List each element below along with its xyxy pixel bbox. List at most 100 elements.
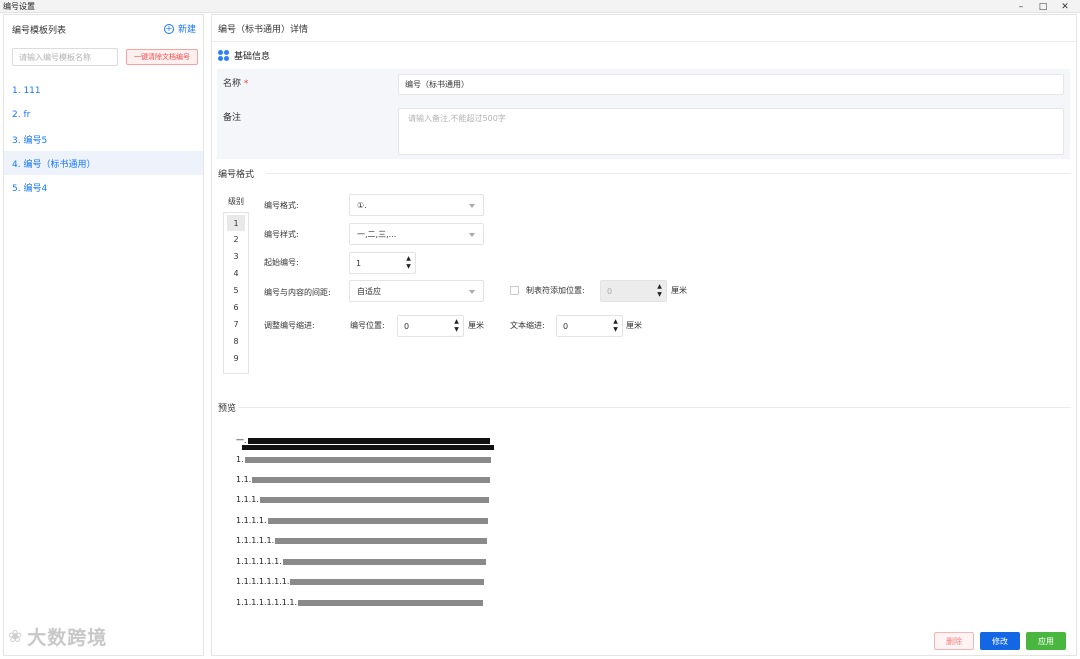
divider — [212, 41, 1076, 42]
spacing-label: 编号与内容的间距: — [264, 288, 331, 297]
watermark-text: 大数跨境 — [27, 627, 108, 649]
tab-position-label: 制表符添加位置: — [526, 286, 585, 295]
arrow-down-icon: ▼ — [657, 291, 662, 298]
template-list-heading: 编号模板列表 — [12, 26, 67, 36]
level-item-active[interactable]: 1 — [227, 215, 245, 231]
remark-label: 备注 — [223, 113, 242, 123]
number-format-select[interactable]: ①. — [349, 194, 484, 216]
text-indent-unit: 厘米 — [626, 321, 642, 330]
stepper-arrows[interactable]: ▲ ▼ — [611, 318, 620, 335]
template-item[interactable]: 3. 编号5 — [4, 127, 203, 151]
template-list-panel: 编号模板列表 + 新建 一键清除文档编号 1. 111 2. fr 3. 编号5… — [3, 14, 204, 656]
chevron-down-icon — [469, 290, 475, 294]
required-mark: * — [243, 79, 249, 89]
level-label: 级别 — [228, 197, 244, 206]
preview-line: 1.1.1. — [236, 495, 489, 504]
text-indent-stepper[interactable]: 0 ▲ ▼ — [556, 315, 623, 337]
number-position-label: 编号位置: — [350, 321, 385, 330]
clear-doc-numbering-button[interactable]: 一键清除文档编号 — [126, 49, 198, 65]
preview-line: 1.1.1.1.1.1.1.1. — [236, 598, 484, 607]
tab-position-unit: 厘米 — [671, 286, 687, 295]
number-style-value: 一,二,三,... — [357, 229, 397, 239]
watermark: ❀ 大数跨境 — [8, 623, 107, 650]
divider — [266, 173, 1071, 174]
four-dots-icon — [218, 49, 230, 62]
new-template-button[interactable]: + 新建 — [164, 22, 196, 35]
start-number-value: 1 — [356, 258, 362, 268]
level-item[interactable]: 2 — [224, 231, 248, 248]
level-item[interactable]: 8 — [224, 333, 248, 350]
basic-info-label: 基础信息 — [234, 52, 271, 62]
text-indent-label: 文本缩进: — [510, 321, 545, 330]
watermark-logo-icon: ❀ — [8, 626, 24, 647]
number-format-label: 编号格式: — [264, 201, 299, 210]
minimize-icon[interactable]: – — [1010, 0, 1032, 13]
level-item[interactable]: 5 — [224, 282, 248, 299]
tab-position-value: 0 — [607, 286, 613, 296]
stepper-arrows[interactable]: ▲ ▼ — [452, 318, 461, 335]
arrow-down-icon: ▼ — [613, 326, 618, 333]
number-style-label: 编号样式: — [264, 230, 299, 239]
chevron-down-icon — [469, 233, 475, 237]
edit-button[interactable]: 修改 — [980, 632, 1020, 650]
window-titlebar: 编号设置 – □ ✕ — [0, 0, 1080, 13]
preview-line — [241, 445, 494, 450]
plus-circle-icon: + — [164, 23, 174, 34]
level-item[interactable]: 9 — [224, 350, 248, 367]
arrow-down-icon: ▼ — [406, 263, 411, 270]
preview-line: 1.1.1.1. — [236, 516, 488, 525]
maximize-icon[interactable]: □ — [1032, 0, 1054, 13]
arrow-up-icon: ▲ — [613, 318, 618, 325]
text-indent-value: 0 — [563, 321, 569, 331]
tab-position-stepper[interactable]: 0 ▲ ▼ — [600, 280, 667, 302]
number-position-stepper[interactable]: 0 ▲ ▼ — [397, 315, 464, 337]
number-style-select[interactable]: 一,二,三,... — [349, 223, 484, 245]
arrow-up-icon: ▲ — [454, 318, 459, 325]
apply-button[interactable]: 应用 — [1026, 632, 1066, 650]
number-position-unit: 厘米 — [468, 321, 484, 330]
new-template-label: 新建 — [178, 25, 197, 35]
divider — [238, 407, 1071, 408]
number-format-value: ①. — [357, 200, 367, 210]
template-item[interactable]: 1. 111 — [4, 79, 203, 103]
window-title: 编号设置 — [3, 2, 35, 11]
level-item[interactable]: 4 — [224, 265, 248, 282]
template-detail-panel: 编号（标书通用）详情 基础信息 名称 * 备注 编号格式 级别 1 2 3 4 … — [211, 14, 1077, 656]
level-item[interactable]: 3 — [224, 248, 248, 265]
template-item-active[interactable]: 4. 编号（标书通用） — [4, 151, 203, 175]
delete-button[interactable]: 删除 — [934, 632, 974, 650]
preview-line: 1.1.1.1.1.1. — [236, 557, 486, 566]
preview-line: 1.1.1.1.1.1.1. — [236, 577, 485, 586]
preview-line: 1.1. — [236, 475, 491, 484]
basic-info-form: 名称 * 备注 — [217, 69, 1070, 159]
detail-title: 编号（标书通用）详情 — [218, 25, 309, 35]
tab-position-checkbox[interactable] — [510, 286, 519, 295]
template-item[interactable]: 5. 编号4 — [4, 175, 203, 199]
close-icon[interactable]: ✕ — [1054, 0, 1076, 13]
level-item[interactable]: 6 — [224, 299, 248, 316]
chevron-down-icon — [469, 204, 475, 208]
preview-line: 1. — [236, 455, 491, 464]
number-position-value: 0 — [404, 321, 410, 331]
template-list: 1. 111 2. fr 3. 编号5 4. 编号（标书通用） 5. 编号4 — [4, 79, 203, 199]
format-section-title: 编号格式 — [218, 170, 255, 180]
spacing-value: 自适应 — [357, 286, 381, 296]
template-search-input[interactable] — [12, 48, 118, 66]
level-list: 1 2 3 4 5 6 7 8 9 — [223, 212, 249, 374]
name-field[interactable] — [398, 74, 1064, 95]
basic-info-heading: 基础信息 — [218, 49, 270, 62]
spacing-select[interactable]: 自适应 — [349, 280, 484, 302]
name-label: 名称 * — [223, 79, 249, 89]
preview-section-title: 预览 — [218, 404, 237, 414]
arrow-up-icon: ▲ — [657, 283, 662, 290]
stepper-arrows[interactable]: ▲ ▼ — [404, 255, 413, 272]
preview-area: 一. 1. 1.1. 1.1.1. 1.1.1.1. 1.1.1.1.1. 1.… — [236, 433, 496, 613]
template-item[interactable]: 2. fr — [4, 103, 203, 127]
arrow-up-icon: ▲ — [406, 255, 411, 262]
arrow-down-icon: ▼ — [454, 326, 459, 333]
start-number-label: 起始编号: — [264, 258, 299, 267]
stepper-arrows[interactable]: ▲ ▼ — [655, 283, 664, 300]
level-item[interactable]: 7 — [224, 316, 248, 333]
start-number-stepper[interactable]: 1 ▲ ▼ — [349, 252, 416, 274]
remark-field[interactable] — [398, 108, 1064, 155]
